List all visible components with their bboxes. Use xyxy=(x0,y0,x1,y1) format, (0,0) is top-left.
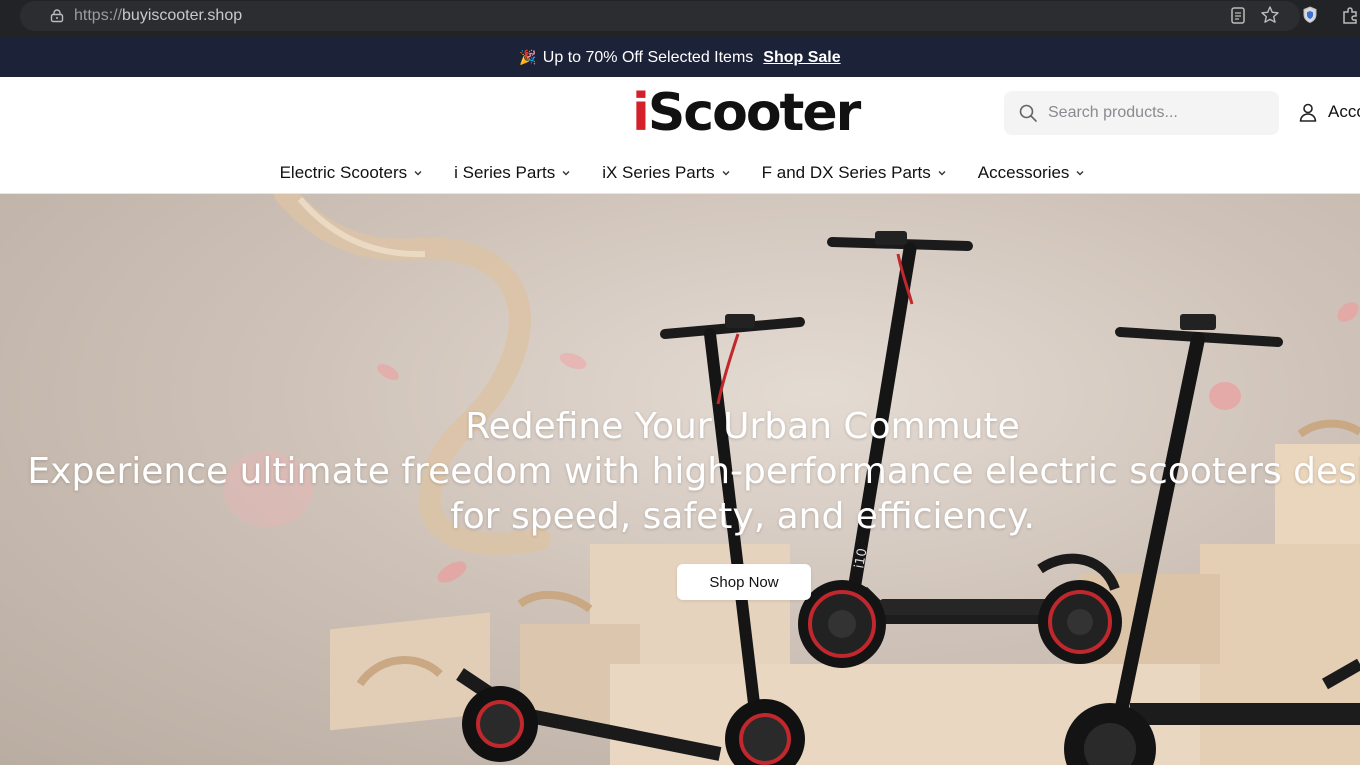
hero-title: Redefine Your Urban Commute xyxy=(465,406,1020,447)
hero-heading: Redefine Your Urban Commute Experience u… xyxy=(0,404,1360,539)
nav-item-ix-series-parts[interactable]: iX Series Parts xyxy=(602,159,730,187)
account-link[interactable]: Acco xyxy=(1298,102,1360,122)
search-icon[interactable] xyxy=(1018,103,1038,123)
party-popper-icon: 🎉 xyxy=(519,49,537,65)
nav-item-label: iX Series Parts xyxy=(602,163,715,182)
url-protocol: https:// xyxy=(74,7,123,24)
search-box[interactable] xyxy=(1004,91,1279,135)
nav-item-label: i Series Parts xyxy=(454,163,556,182)
nav-item-label: Accessories xyxy=(977,163,1070,182)
account-label: Acco xyxy=(1328,102,1360,121)
browser-toolbar: https://buyiscooter.shop xyxy=(0,0,1360,38)
user-icon xyxy=(1299,103,1317,122)
scooter-deck-label: i10 xyxy=(852,547,870,569)
search-input[interactable] xyxy=(1048,91,1268,135)
shop-now-button[interactable]: Shop Now xyxy=(677,564,811,600)
chevron-down-icon xyxy=(562,171,570,176)
nav-item-label: F and DX Series Parts xyxy=(761,163,931,182)
extensions-puzzle-icon[interactable] xyxy=(1340,5,1360,25)
site-info-icon[interactable] xyxy=(50,9,64,23)
hero-subtitle: Experience ultimate freedom with high-pe… xyxy=(27,451,1360,537)
shield-extension-icon[interactable] xyxy=(1300,5,1320,25)
site-header: iScooter Acco Electric Scooters i Series… xyxy=(0,77,1360,194)
address-bar[interactable]: https://buyiscooter.shop xyxy=(20,1,1300,31)
site-logo[interactable]: iScooter xyxy=(632,83,861,143)
shop-sale-link[interactable]: Shop Sale xyxy=(763,49,840,67)
nav-item-electric-scooters[interactable]: Electric Scooters xyxy=(280,159,424,187)
nav-item-accessories[interactable]: Accessories xyxy=(978,159,1086,187)
hero-banner: i10 Redefine Your Urban Commute Experien… xyxy=(0,194,1360,765)
back-arrow-icon[interactable] xyxy=(0,9,6,21)
nav-item-label: Electric Scooters xyxy=(279,163,408,182)
nav-item-f-dx-series-parts[interactable]: F and DX Series Parts xyxy=(762,159,947,187)
nav-item-i-series-parts[interactable]: i Series Parts xyxy=(454,159,571,187)
url-text[interactable]: https://buyiscooter.shop xyxy=(74,7,242,25)
announcement-bar: 🎉 Up to 70% Off Selected Items Shop Sale xyxy=(0,38,1360,77)
url-host: buyiscooter.shop xyxy=(122,7,243,24)
main-nav: Electric Scooters i Series Parts iX Seri… xyxy=(0,159,1360,187)
chevron-down-icon xyxy=(414,171,422,176)
bookmark-star-icon[interactable] xyxy=(1260,5,1280,25)
chevron-down-icon xyxy=(938,171,946,176)
announcement-text: Up to 70% Off Selected Items xyxy=(542,48,754,66)
reader-mode-icon[interactable] xyxy=(1228,5,1248,25)
chevron-down-icon xyxy=(1076,171,1084,176)
chevron-down-icon xyxy=(722,171,730,176)
